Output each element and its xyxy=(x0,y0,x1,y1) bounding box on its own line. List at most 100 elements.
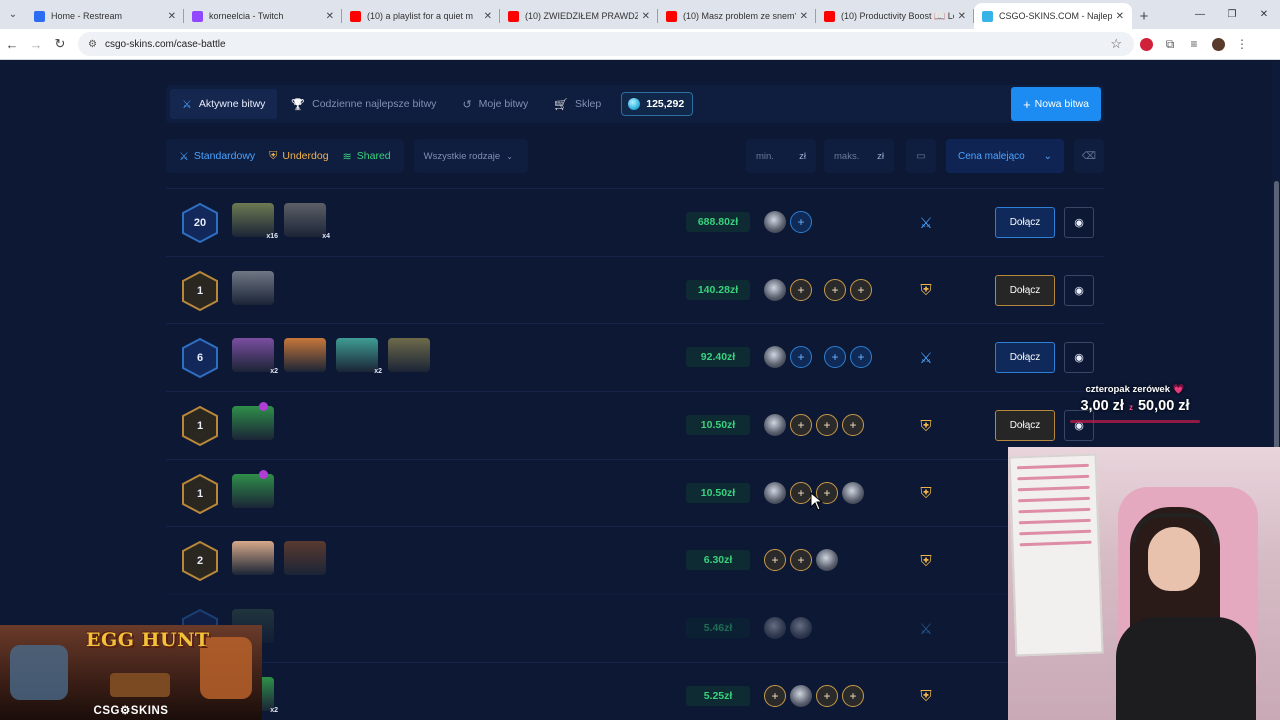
join-slot-plus-icon[interactable]: + xyxy=(850,346,872,369)
case-image xyxy=(232,469,274,508)
battle-cases xyxy=(232,270,284,305)
watch-eye-icon[interactable]: ◉ xyxy=(1064,274,1094,306)
battle-cases xyxy=(232,541,336,576)
goal-counter: czteropak zerówek 💗 3,00 zł z 50,00 zł xyxy=(1060,384,1210,436)
nav-item-0[interactable]: ⚔ Aktywne bitwy xyxy=(170,89,278,119)
back-icon[interactable]: ← xyxy=(0,37,24,52)
join-slot-plus-icon[interactable]: + xyxy=(790,414,812,437)
profile-avatar[interactable] xyxy=(1206,37,1230,51)
join-slot-plus-icon[interactable]: + xyxy=(790,211,812,233)
close-window-icon[interactable]: ✕ xyxy=(1248,9,1280,20)
filter-underdog[interactable]: ⛨ Underdog xyxy=(262,150,335,163)
player-avatar xyxy=(764,617,786,640)
site-info-icon[interactable]: ⚙ xyxy=(88,39,97,50)
join-slot-plus-icon[interactable]: + xyxy=(764,549,786,572)
kind-select[interactable]: Wszystkie rodzaje ⌄ xyxy=(413,139,528,173)
bookmark-star-icon[interactable]: ☆ xyxy=(1110,36,1122,52)
battle-row[interactable]: 1 10.50zł + + + ⛨ Dołącz ◉ xyxy=(166,391,1104,459)
battle-row[interactable]: 6 x2 x2 92.40zł + + + ⚔ Dołącz ◉ xyxy=(166,323,1104,391)
goal-title: czteropak zerówek 💗 xyxy=(1085,384,1185,395)
promo-character-left xyxy=(10,645,68,700)
tab-title: (10) Masz problem ze snem? Te xyxy=(683,11,796,21)
battle-row[interactable]: 20 x16 x4 688.80zł + ⚔ Dołącz ◉ xyxy=(166,188,1104,256)
tab-search-icon[interactable]: ⌄ xyxy=(0,0,26,29)
reload-icon[interactable]: ↻ xyxy=(48,36,72,52)
browser-menu-icon[interactable]: ⋮ xyxy=(1230,37,1254,51)
swords-icon: ⚔ xyxy=(179,150,189,163)
browser-tab[interactable]: (10) Masz problem ze snem? Te ✕ xyxy=(658,3,816,29)
tab-close-icon[interactable]: ✕ xyxy=(1116,11,1124,22)
new-battle-button[interactable]: + Nowa bitwa xyxy=(1011,87,1101,121)
join-button[interactable]: Dołącz xyxy=(995,342,1055,374)
tab-close-icon[interactable]: ✕ xyxy=(800,11,808,22)
extension-red-icon[interactable] xyxy=(1134,37,1158,51)
browser-tab[interactable]: (10) ZWIEDZIŁEM PRAWDZIWE ✕ xyxy=(500,3,658,29)
browser-tab[interactable]: Home - Restream ✕ xyxy=(26,3,184,29)
watch-eye-icon[interactable]: ◉ xyxy=(1064,207,1094,238)
join-slot-plus-icon[interactable]: + xyxy=(816,414,838,437)
sort-select[interactable]: Cena malejąco ⌄ xyxy=(946,139,1064,173)
balance-badge[interactable]: 125,292 xyxy=(621,92,694,116)
rounds-hexagon: 1 xyxy=(180,473,220,515)
rounds-hexagon: 2 xyxy=(180,540,220,582)
clear-filters-icon[interactable]: ⌫ xyxy=(1074,139,1104,173)
tab-title: CSGO-SKINS.COM - Najlepsze xyxy=(999,11,1112,21)
forward-icon[interactable]: → xyxy=(24,37,48,52)
extensions-puzzle-icon[interactable]: ⧉ xyxy=(1158,37,1182,52)
rounds-count: 2 xyxy=(196,555,204,568)
browser-tab[interactable]: (10) a playlist for a quiet m ✕ xyxy=(342,3,500,29)
join-slot-plus-icon[interactable]: + xyxy=(824,346,846,369)
case-image: x2 xyxy=(232,338,278,375)
player-avatar xyxy=(764,346,786,369)
tab-close-icon[interactable]: ✕ xyxy=(642,11,650,22)
join-button[interactable]: Dołącz xyxy=(995,410,1055,442)
goal-progress-bar xyxy=(1070,420,1200,423)
watch-eye-icon[interactable]: ◉ xyxy=(1064,342,1094,374)
browser-tab[interactable]: (10) Productivity Boost 📖 Lofi ✕ xyxy=(816,3,974,29)
filter-shared[interactable]: ≋ Shared xyxy=(336,150,398,163)
minimize-icon[interactable]: — xyxy=(1184,9,1216,20)
browser-tab[interactable]: CSGO-SKINS.COM - Najlepsze ✕ xyxy=(974,3,1132,29)
join-slot-plus-icon[interactable]: + xyxy=(842,684,864,707)
underdog-mode-icon: ⛨ xyxy=(920,485,932,503)
join-slot-plus-icon[interactable]: + xyxy=(850,278,872,301)
player-avatar xyxy=(816,549,838,572)
battle-row[interactable]: 2 6.30zł + + ⛨ xyxy=(166,526,1104,594)
join-slot-plus-icon[interactable]: + xyxy=(816,684,838,707)
nav-item-1[interactable]: 🏆 Codzienne najlepsze bitwy xyxy=(279,89,448,119)
case-filter-icon[interactable]: ▭ xyxy=(906,139,936,173)
tab-title: (10) ZWIEDZIŁEM PRAWDZIWE xyxy=(525,11,638,21)
nav-item-3[interactable]: 🛒 Sklep xyxy=(542,89,613,119)
new-tab-button[interactable]: + xyxy=(1132,3,1156,29)
nav-item-2[interactable]: ↺ Moje bitwy xyxy=(450,89,540,119)
battle-row[interactable]: 5.46zł ⚔ xyxy=(166,594,1104,662)
battle-row[interactable]: 1 10.50zł + + ⛨ xyxy=(166,458,1104,527)
join-slot-plus-icon[interactable]: + xyxy=(790,549,812,572)
rounds-hexagon: 1 xyxy=(180,405,220,447)
join-slot-plus-icon[interactable]: + xyxy=(790,346,812,369)
join-slot-plus-icon[interactable]: + xyxy=(842,414,864,437)
tab-close-icon[interactable]: ✕ xyxy=(326,11,334,22)
tab-close-icon[interactable]: ✕ xyxy=(484,11,492,22)
join-button[interactable]: Dołącz xyxy=(995,274,1055,306)
filter-standard[interactable]: ⚔ Standardowy xyxy=(172,150,262,163)
join-slot-plus-icon[interactable]: + xyxy=(824,278,846,301)
join-button[interactable]: Dołącz xyxy=(995,207,1055,238)
max-price-input[interactable]: maks. zł xyxy=(824,139,894,173)
case-image xyxy=(232,541,274,576)
scrollbar-thumb[interactable] xyxy=(1274,181,1279,481)
battle-row[interactable]: x2 5.25zł + + + ⛨ xyxy=(166,661,1104,720)
tab-close-icon[interactable]: ✕ xyxy=(958,11,966,22)
join-slot-plus-icon[interactable]: + xyxy=(764,684,786,707)
case-image: x2 xyxy=(336,338,382,375)
filter-underdog-label: Underdog xyxy=(282,150,329,162)
tab-close-icon[interactable]: ✕ xyxy=(168,11,176,22)
battle-row[interactable]: 1 140.28zł + + + ⛨ Dołącz ◉ xyxy=(166,255,1104,324)
url-field[interactable]: ⚙ csgo-skins.com/case-battle ☆ xyxy=(78,32,1134,56)
join-slot-plus-icon[interactable]: + xyxy=(790,278,812,301)
browser-tab[interactable]: korneelcia - Twitch ✕ xyxy=(184,3,342,29)
restore-icon[interactable]: ❐ xyxy=(1216,9,1248,20)
media-control-icon[interactable]: ≡ xyxy=(1182,37,1206,51)
join-slot-plus-icon[interactable]: + xyxy=(790,481,812,504)
min-price-input[interactable]: min. zł xyxy=(746,139,816,173)
